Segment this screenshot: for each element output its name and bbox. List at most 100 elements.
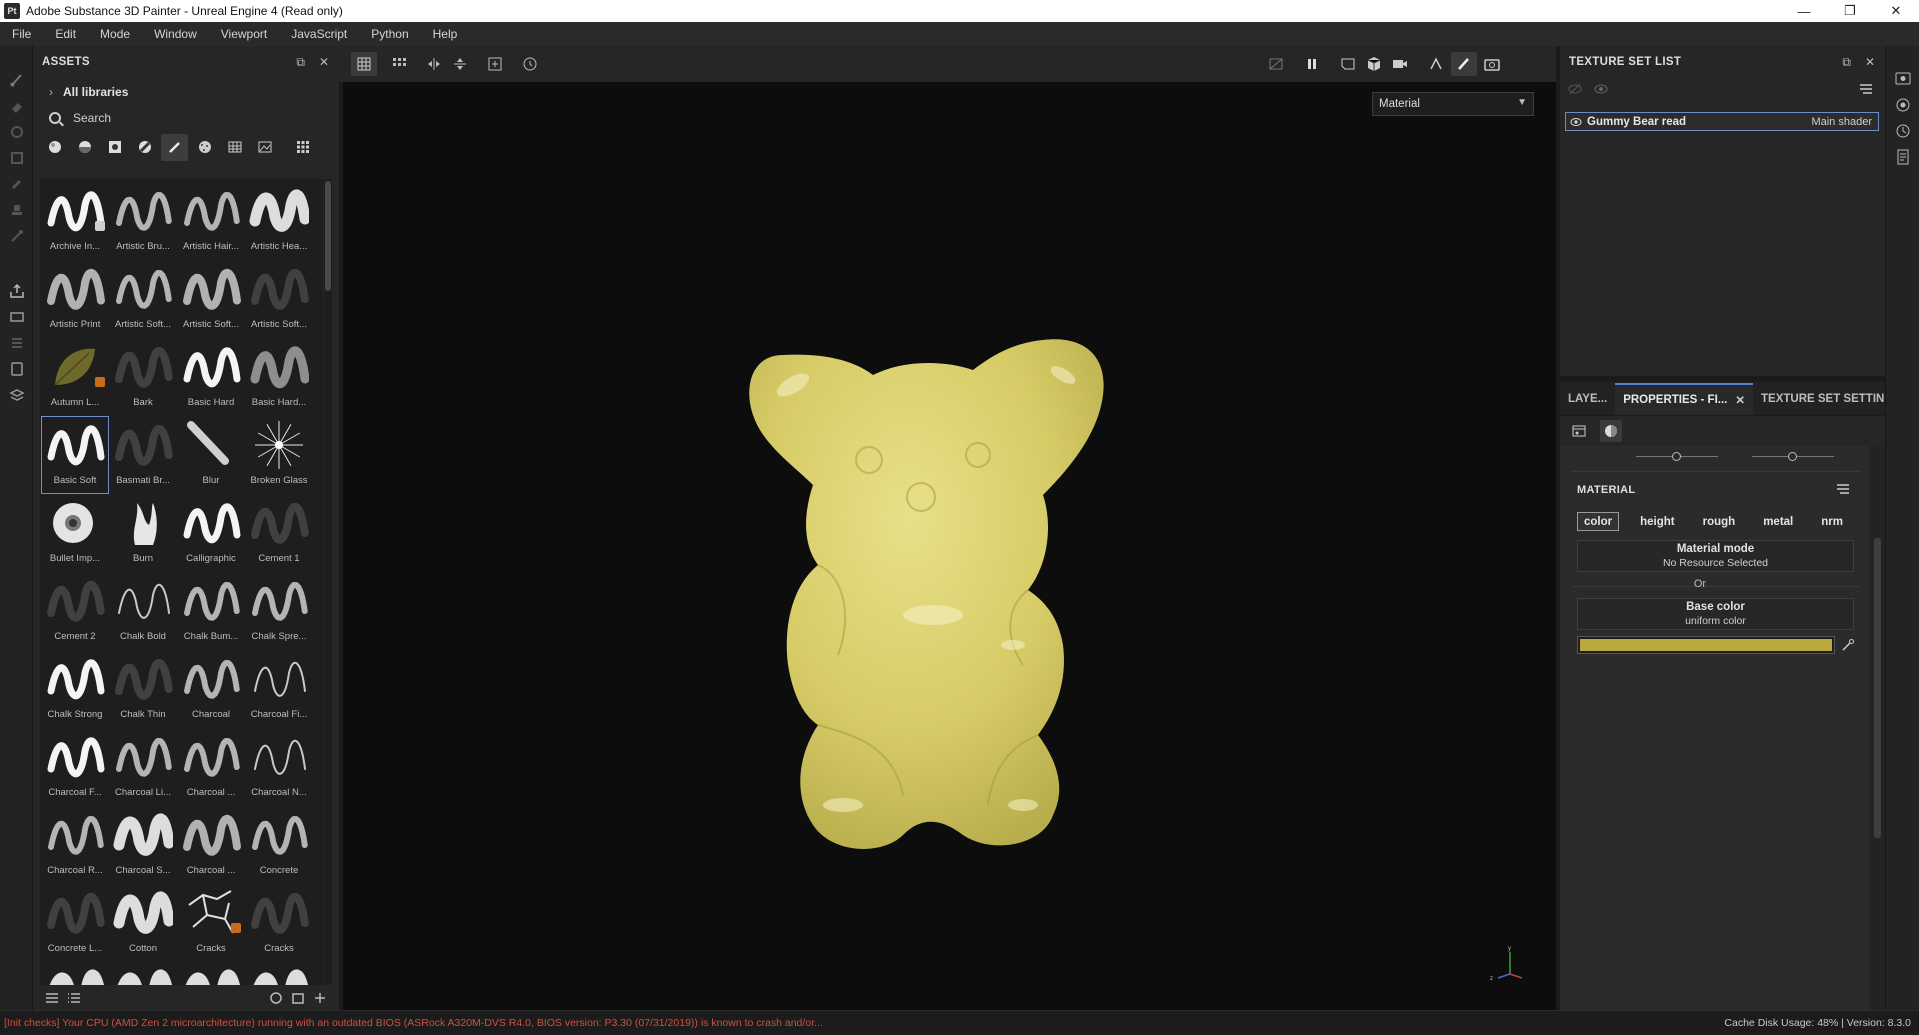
asset-tile[interactable]: Charcoal Li... — [110, 729, 176, 805]
filters-icon[interactable] — [41, 988, 63, 1008]
viewport-mode-select[interactable]: Material ▼ — [1372, 92, 1534, 116]
assets-search[interactable]: Search — [33, 106, 339, 130]
asset-tile[interactable]: Cracks — [178, 885, 244, 961]
projection-tool-icon[interactable] — [7, 122, 27, 142]
pause-icon[interactable] — [1299, 52, 1325, 76]
asset-tile[interactable]: Artistic Soft... — [110, 261, 176, 337]
asset-tile[interactable] — [42, 963, 108, 985]
visibility-eye-icon[interactable] — [1594, 82, 1608, 96]
fit-view-icon[interactable] — [482, 52, 508, 76]
maximize-button[interactable]: ❐ — [1827, 0, 1873, 22]
clone-tool-icon[interactable] — [7, 200, 27, 220]
projection-slider-1[interactable] — [1636, 452, 1718, 462]
asset-tile[interactable]: Bark — [110, 339, 176, 415]
close-panel-icon[interactable]: ✕ — [1865, 55, 1875, 70]
asset-tile[interactable] — [178, 963, 244, 985]
float-panel-icon[interactable]: ⧉ — [296, 55, 305, 70]
channel-metal-button[interactable]: metal — [1756, 512, 1800, 531]
asset-tile[interactable]: Cracks — [246, 885, 312, 961]
3d-view-icon[interactable] — [1361, 52, 1387, 76]
brushes-filter-icon[interactable] — [161, 133, 188, 161]
channel-color-button[interactable]: color — [1577, 512, 1620, 531]
texture-set-row[interactable]: Gummy Bear read Main shader — [1565, 112, 1879, 131]
menu-javascript[interactable]: JavaScript — [279, 27, 359, 41]
color-picker-tool-icon[interactable] — [7, 226, 27, 246]
asset-tile[interactable]: Basic Hard — [178, 339, 244, 415]
viewport-3d[interactable]: Material ▼ y z — [343, 82, 1556, 1010]
menu-file[interactable]: File — [0, 27, 43, 41]
menu-help[interactable]: Help — [421, 27, 470, 41]
asset-tile[interactable]: Autumn L... — [42, 339, 108, 415]
asset-tile[interactable]: Archive In... — [42, 183, 108, 259]
float-panel-icon[interactable]: ⧉ — [1842, 55, 1851, 70]
shelf-settings-icon[interactable] — [1894, 96, 1912, 114]
asset-tile[interactable]: Charcoal S... — [110, 807, 176, 883]
hide-icon[interactable] — [1568, 82, 1582, 96]
paint-brush-tool-icon[interactable] — [7, 70, 27, 90]
asset-tile[interactable]: Concrete — [246, 807, 312, 883]
status-error-message[interactable]: [Init checks] Your CPU (AMD Zen 2 microa… — [0, 1017, 823, 1029]
eraser-tool-icon[interactable] — [7, 96, 27, 116]
scrollbar-thumb[interactable] — [325, 181, 331, 291]
asset-tile[interactable]: Artistic Hair... — [178, 183, 244, 259]
base-color-slot[interactable]: Base color uniform color — [1577, 598, 1854, 630]
mirror-vertical-icon[interactable] — [447, 52, 473, 76]
asset-tile[interactable]: Charcoal ... — [178, 729, 244, 805]
layer-stack-icon[interactable] — [7, 333, 27, 353]
import-icon[interactable] — [287, 988, 309, 1008]
fill-properties-icon[interactable] — [1568, 420, 1590, 442]
hide-ui-icon[interactable] — [1263, 52, 1289, 76]
asset-tile[interactable]: Artistic Soft... — [178, 261, 244, 337]
display-settings-icon[interactable] — [7, 359, 27, 379]
tab-properties[interactable]: PROPERTIES - FI... ✕ — [1615, 383, 1753, 415]
projection-slider-2[interactable] — [1752, 452, 1834, 462]
assets-scrollbar[interactable] — [324, 179, 332, 985]
asset-tile[interactable]: Bullet Imp... — [42, 495, 108, 571]
menu-window[interactable]: Window — [142, 27, 209, 41]
asset-tile[interactable]: Chalk Spre... — [246, 573, 312, 649]
asset-tile[interactable]: Basic Soft — [41, 416, 109, 494]
camera-icon[interactable] — [1387, 52, 1413, 76]
asset-tile[interactable]: Charcoal F... — [42, 729, 108, 805]
bake-icon[interactable] — [7, 307, 27, 327]
asset-tile[interactable]: Artistic Print — [42, 261, 108, 337]
asset-tile[interactable]: Cement 1 — [246, 495, 312, 571]
asset-tile[interactable] — [246, 963, 312, 985]
asset-tile[interactable]: Charcoal R... — [42, 807, 108, 883]
add-icon[interactable] — [309, 988, 331, 1008]
shader-settings-icon[interactable] — [7, 385, 27, 405]
asset-tile[interactable]: Chalk Bold — [110, 573, 176, 649]
asset-tile[interactable]: Cement 2 — [42, 573, 108, 649]
scrollbar-thumb[interactable] — [1874, 538, 1881, 838]
menu-viewport[interactable]: Viewport — [209, 27, 279, 41]
smudge-tool-icon[interactable] — [7, 174, 27, 194]
textures-filter-icon[interactable] — [221, 134, 248, 161]
menu-edit[interactable]: Edit — [43, 27, 88, 41]
close-tab-icon[interactable]: ✕ — [1735, 393, 1745, 407]
particles-filter-icon[interactable] — [191, 134, 218, 161]
channel-nrm-button[interactable]: nrm — [1814, 512, 1850, 531]
asset-tile[interactable]: Concrete L... — [42, 885, 108, 961]
reset-view-icon[interactable] — [517, 52, 543, 76]
tiling-icon[interactable] — [387, 52, 413, 76]
asset-tile[interactable]: Charcoal — [178, 651, 244, 727]
texture-set-shader[interactable]: Main shader — [1811, 116, 1872, 128]
asset-tile[interactable]: Blur — [178, 417, 244, 493]
eye-icon[interactable] — [1570, 117, 1582, 127]
menu-icon[interactable] — [1859, 82, 1873, 96]
tab-layers[interactable]: LAYE... — [1560, 383, 1615, 415]
search-input[interactable]: Search — [73, 111, 111, 125]
asset-tile[interactable]: Basmati Br... — [110, 417, 176, 493]
materials-filter-icon[interactable] — [41, 134, 68, 161]
generators-filter-icon[interactable] — [131, 134, 158, 161]
grid-view-icon[interactable] — [289, 134, 316, 161]
menu-python[interactable]: Python — [359, 27, 420, 41]
asset-tile[interactable]: Cotton — [110, 885, 176, 961]
smart-materials-filter-icon[interactable] — [71, 134, 98, 161]
log-icon[interactable] — [1894, 148, 1912, 166]
screenshot-icon[interactable] — [1479, 52, 1505, 76]
paint-mode-icon[interactable] — [1451, 52, 1477, 76]
properties-scrollbar[interactable] — [1870, 446, 1885, 1010]
material-sphere-icon[interactable] — [1600, 420, 1622, 442]
close-window-button[interactable]: ✕ — [1873, 0, 1919, 22]
